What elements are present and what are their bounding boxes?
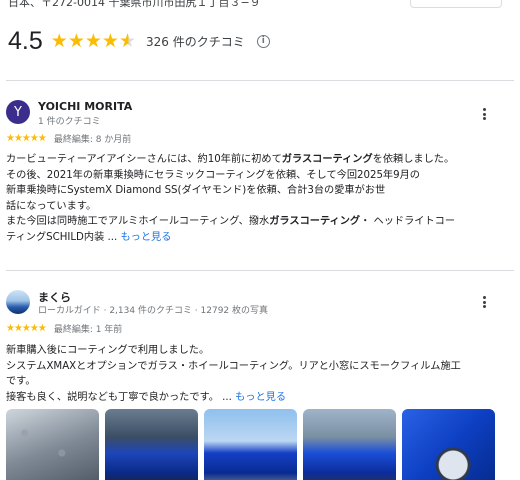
review-rating: ★★★★★ 最終編集: 8 か月前 bbox=[6, 132, 131, 145]
address-text: 日本、〒272-0014 千葉県市川市田尻１丁目３−９ bbox=[8, 0, 261, 9]
review-photo[interactable] bbox=[6, 409, 99, 480]
avatar[interactable]: Y bbox=[6, 100, 30, 124]
review-text-line: 新車乗換時にSystemX Diamond SS(ダイヤモンド)を依頼、合計3台… bbox=[6, 185, 386, 196]
reviewer-stats: ローカルガイド · 2,134 件のクチコミ · 12792 枚の写真 bbox=[38, 306, 269, 316]
review-date: 最終編集: 1 年前 bbox=[53, 325, 123, 335]
rating-stars: ★ ★ ★ ★ ★ bbox=[50, 29, 136, 52]
rating-stars-icon: ★★★★★ bbox=[6, 323, 47, 334]
review-count[interactable]: 326 件のクチコミ bbox=[146, 33, 245, 50]
divider bbox=[6, 270, 514, 271]
divider bbox=[6, 80, 514, 81]
star-icon: ★ bbox=[84, 29, 102, 52]
half-star-icon: ★ bbox=[118, 29, 136, 52]
review-photo[interactable] bbox=[402, 409, 495, 480]
review-text: カービューティーアイアイシーさんには、約10年前に初めてガラスコーティングを依頼… bbox=[6, 152, 490, 245]
review-text-line: 話になっています。 bbox=[6, 200, 97, 212]
review-photo[interactable] bbox=[204, 409, 297, 480]
rating-summary: 4.5 ★ ★ ★ ★ ★ 326 件のクチコミ i bbox=[8, 26, 270, 56]
review-date: 最終編集: 8 か月前 bbox=[53, 135, 132, 145]
header-button[interactable] bbox=[410, 0, 502, 8]
rating-stars-icon: ★★★★★ bbox=[6, 133, 47, 144]
address-row: 日本、〒272-0014 千葉県市川市田尻１丁目３−９ bbox=[0, 0, 520, 10]
review-text: 新車購入後にコーティングで利用しました。 システムXMAXとオプションでガラス・… bbox=[6, 343, 490, 405]
review-text-line: システムXMAXとオプションでガラス・ホイールコーティング。リアと小窓にスモーク… bbox=[6, 360, 461, 372]
more-options-button[interactable] bbox=[478, 294, 490, 310]
avatar[interactable] bbox=[6, 290, 30, 314]
review-photo[interactable] bbox=[105, 409, 198, 480]
info-icon[interactable]: i bbox=[256, 34, 270, 48]
star-icon: ★ bbox=[101, 29, 119, 52]
review-text-line: ティングSCHILD内装 ... もっと見る bbox=[6, 231, 172, 243]
reviewer-name[interactable]: YOICHI MORITA bbox=[38, 100, 132, 113]
review-text-line: 接客も良く、説明なども丁寧で良かったです。 ... もっと見る bbox=[6, 391, 287, 403]
review-photo[interactable] bbox=[303, 409, 396, 480]
average-rating: 4.5 bbox=[8, 26, 43, 55]
more-link[interactable]: もっと見る bbox=[120, 232, 171, 243]
more-link[interactable]: もっと見る bbox=[235, 392, 286, 403]
review-rating: ★★★★★ 最終編集: 1 年前 bbox=[6, 322, 122, 335]
review-photos bbox=[6, 409, 495, 480]
star-icon: ★ bbox=[50, 29, 68, 52]
review-text-line: 新車購入後にコーティングで利用しました。 bbox=[6, 345, 210, 356]
review-text-line: その後、2021年の新車乗換時にセラミックコーティングを依頼、そして今回2025… bbox=[6, 169, 420, 181]
star-icon: ★ bbox=[67, 29, 85, 52]
reviewer-stats: 1 件のクチコミ bbox=[38, 117, 101, 127]
more-options-button[interactable] bbox=[478, 106, 490, 122]
review-text-line: カービューティーアイアイシーさんには、約10年前に初めてガラスコーティングを依頼… bbox=[6, 154, 455, 165]
review-text-line: です。 bbox=[6, 376, 36, 387]
review-text-line: また今回は同時施工でアルミホイールコーティング、撥水ガラスコーティング・ ヘッド… bbox=[6, 216, 456, 227]
